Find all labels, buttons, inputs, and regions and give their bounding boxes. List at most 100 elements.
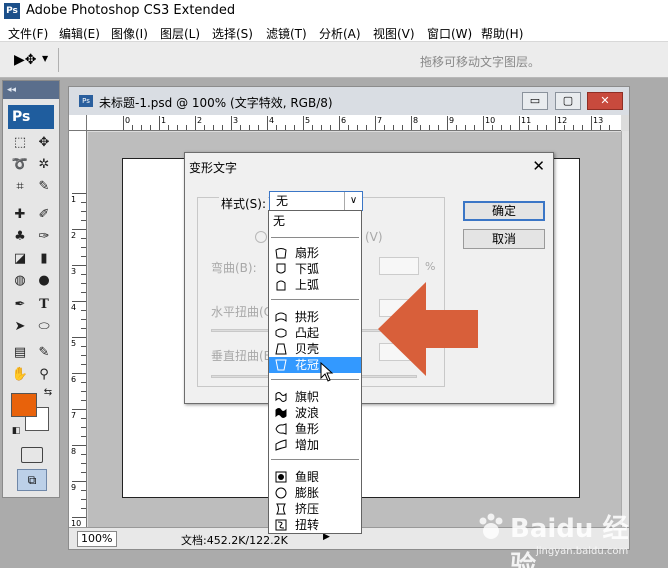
dropdown-item-inflate[interactable]: 膨胀: [269, 485, 361, 501]
type-tool-icon[interactable]: T: [33, 295, 55, 315]
menu-file[interactable]: 文件(F): [8, 25, 48, 42]
ruler-v-minor-tick: [81, 508, 86, 509]
watermark-url: jingyan.baidu.com: [536, 546, 629, 557]
ruler-h-tick: [339, 116, 340, 130]
menu-image[interactable]: 图像(I): [111, 25, 148, 42]
eyedropper-tool-icon[interactable]: ✎: [33, 177, 55, 197]
dropdown-item-flag[interactable]: 旗帜: [269, 389, 361, 405]
hand-tool-icon[interactable]: ✋: [9, 365, 31, 385]
menu-filter[interactable]: 滤镜(T): [266, 25, 307, 42]
ruler-h-minor-tick: [141, 125, 142, 130]
menu-select[interactable]: 选择(S): [212, 25, 253, 42]
marquee-tool-icon[interactable]: ⬚: [9, 133, 31, 153]
ruler-v-minor-tick: [81, 427, 86, 428]
maximize-button[interactable]: ▢: [555, 92, 581, 110]
ruler-h-minor-tick: [321, 125, 322, 130]
pen-tool-icon[interactable]: ✒: [9, 295, 31, 315]
ruler-h-minor-tick: [429, 125, 430, 130]
ruler-v-label: 8: [71, 447, 77, 456]
quick-mask-icon[interactable]: [21, 447, 43, 463]
chevron-down-icon[interactable]: ∨: [344, 192, 362, 210]
vertical-ruler[interactable]: 1 2 3 4 5 6 7 8 9 10: [69, 131, 87, 528]
screen-mode-icon[interactable]: ⧉: [17, 469, 47, 491]
move-tool-icon[interactable]: ▶✥: [14, 52, 37, 68]
eraser-tool-icon[interactable]: ◪: [9, 249, 31, 269]
style-select-value: 无: [276, 194, 289, 208]
menu-view[interactable]: 视图(V): [373, 25, 415, 42]
minimize-button[interactable]: ▭: [522, 92, 548, 110]
ruler-v-minor-tick: [81, 202, 86, 203]
ruler-h-tick: [411, 116, 412, 130]
ruler-v-tick: [72, 373, 86, 374]
dropdown-item-none[interactable]: 无: [269, 213, 361, 229]
crop-tool-icon[interactable]: ⌗: [9, 177, 31, 197]
toolbox-collapse-icon[interactable]: ◂◂: [3, 81, 59, 99]
close-button[interactable]: ✕: [587, 92, 623, 110]
history-brush-tool-icon[interactable]: ✑: [33, 227, 55, 247]
cancel-button[interactable]: 取消: [463, 229, 545, 249]
arc-upper-icon: [275, 279, 287, 291]
dropdown-item-squeeze[interactable]: 挤压: [269, 501, 361, 517]
dropdown-item-arc-lower[interactable]: 下弧: [269, 261, 361, 277]
dropdown-item-label: 拱形: [295, 310, 320, 324]
ruler-h-minor-tick: [186, 125, 187, 130]
default-colors-icon[interactable]: ◧: [5, 421, 27, 441]
menu-edit[interactable]: 编辑(E): [59, 25, 100, 42]
dropdown-item-label: 鱼眼: [295, 470, 320, 484]
ruler-h-minor-tick: [204, 125, 205, 130]
dropdown-item-fisheye[interactable]: 鱼眼: [269, 469, 361, 485]
dropdown-item-arc-upper[interactable]: 上弧: [269, 277, 361, 293]
dodge-tool-icon[interactable]: ●: [33, 271, 55, 291]
style-select[interactable]: 无 ∨: [269, 191, 363, 211]
notes-tool-icon[interactable]: ▤: [9, 343, 31, 363]
blur-tool-icon[interactable]: ◍: [9, 271, 31, 291]
dropdown-item-bulge[interactable]: 凸起: [269, 325, 361, 341]
dialog-close-icon[interactable]: ✕: [532, 157, 545, 175]
paw-logo-icon: [479, 513, 503, 539]
ok-button[interactable]: 确定: [463, 201, 545, 221]
path-selection-tool-icon[interactable]: ➤: [9, 317, 31, 337]
brush-tool-icon[interactable]: ✐: [33, 205, 55, 225]
dropdown-item-shell-upper[interactable]: 花冠: [269, 357, 361, 373]
clone-stamp-tool-icon[interactable]: ♣: [9, 227, 31, 247]
dialog-title: 变形文字: [189, 161, 238, 175]
move-tool-icon[interactable]: ✥: [33, 133, 55, 153]
menu-analysis[interactable]: 分析(A): [319, 25, 361, 42]
orientation-radio[interactable]: [255, 231, 267, 243]
menu-help[interactable]: 帮助(H): [481, 25, 523, 42]
zoom-tool-icon[interactable]: ⚲: [33, 365, 55, 385]
zoom-level-field[interactable]: 100%: [77, 531, 117, 547]
toolbox-logo[interactable]: Ps: [8, 105, 54, 129]
ruler-h-minor-tick: [564, 125, 565, 130]
dropdown-item-label: 无: [273, 214, 286, 228]
dropdown-item-fish[interactable]: 鱼形: [269, 421, 361, 437]
dropdown-item-arch[interactable]: 拱形: [269, 309, 361, 325]
flag-icon: [275, 391, 287, 403]
inflate-icon: [275, 487, 287, 499]
dropdown-item-arc[interactable]: 扇形: [269, 245, 361, 261]
tool-preset-dropdown-icon[interactable]: ▼: [42, 54, 48, 63]
arc-lower-icon: [275, 263, 287, 275]
swap-colors-icon[interactable]: ⇆: [37, 383, 59, 403]
lasso-tool-icon[interactable]: ➰: [9, 155, 31, 175]
ruler-h-minor-tick: [393, 125, 394, 130]
dropdown-item-wave[interactable]: 波浪: [269, 405, 361, 421]
menu-window[interactable]: 窗口(W): [427, 25, 472, 42]
magic-wand-tool-icon[interactable]: ✲: [33, 155, 55, 175]
bend-input[interactable]: [379, 257, 419, 275]
ruler-h-minor-tick: [510, 125, 511, 130]
menu-layer[interactable]: 图层(L): [160, 25, 200, 42]
app-title: Adobe Photoshop CS3 Extended: [26, 3, 236, 18]
dropdown-item-shell-lower[interactable]: 贝壳: [269, 341, 361, 357]
ruler-origin[interactable]: [69, 115, 87, 131]
eyedropper-tool-icon-2[interactable]: ✎: [33, 343, 55, 363]
healing-brush-tool-icon[interactable]: ✚: [9, 205, 31, 225]
dropdown-item-twist[interactable]: 扭转: [269, 517, 361, 533]
vertical-scrollbar[interactable]: [621, 131, 629, 527]
fish-icon: [275, 423, 287, 435]
foreground-color-swatch[interactable]: [11, 393, 37, 417]
gradient-tool-icon[interactable]: ▮: [33, 249, 55, 269]
horizontal-ruler[interactable]: 0 1 2 3 4 5 6 7 8 9 10 11 12 13: [87, 115, 621, 131]
dropdown-item-rise[interactable]: 增加: [269, 437, 361, 453]
shape-tool-icon[interactable]: ⬭: [33, 317, 55, 337]
